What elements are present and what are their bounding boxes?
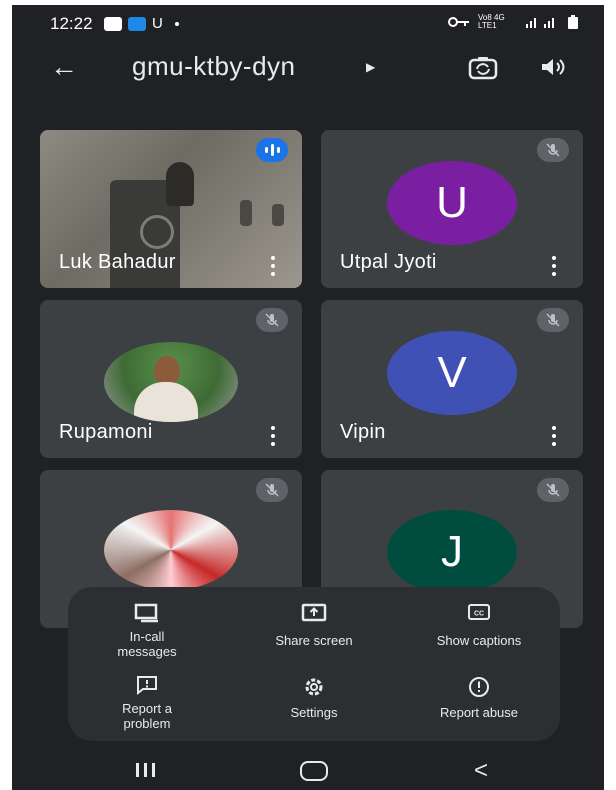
participant-name: Utpal Jyoti — [340, 251, 437, 273]
show-captions-label: Show captions — [436, 633, 522, 648]
participant-name: Vipin — [340, 421, 386, 443]
chat-icon — [134, 603, 158, 623]
share-screen-button[interactable]: Share screen — [239, 603, 389, 648]
mic-off-icon — [537, 478, 569, 502]
meeting-code[interactable]: gmu-ktby-dyn — [132, 51, 296, 82]
back-icon[interactable]: < — [474, 757, 488, 785]
mic-off-icon — [256, 308, 288, 332]
report-problem-button[interactable]: Report a problem — [72, 675, 222, 731]
participant-tile[interactable]: V Vipin — [321, 300, 583, 458]
show-captions-button[interactable]: CC Show captions — [404, 603, 554, 648]
in-call-messages-button[interactable]: In-call messages — [72, 603, 222, 659]
participant-name: Rupamoni — [59, 421, 153, 443]
in-call-messages-label: In-call messages — [117, 629, 177, 659]
avatar: J — [387, 510, 517, 594]
mic-off-icon — [256, 478, 288, 502]
avatar — [104, 342, 238, 422]
system-nav-bar: < — [12, 747, 604, 790]
settings-icon — [305, 678, 323, 696]
svg-text:CC: CC — [474, 611, 484, 618]
avatar: U — [387, 161, 517, 245]
report-icon — [469, 677, 489, 697]
participant-tile[interactable]: Rupamoni — [40, 300, 302, 458]
status-time: 12:22 — [50, 14, 93, 33]
app-bar: ← gmu-ktby-dyn ▶ — [12, 45, 604, 95]
speaking-indicator-icon — [256, 138, 288, 162]
more-options-icon[interactable] — [270, 256, 276, 276]
captions-icon: CC — [468, 604, 490, 620]
report-abuse-button[interactable]: Report abuse — [404, 675, 554, 720]
recents-icon[interactable] — [136, 763, 155, 777]
key-icon — [448, 17, 469, 27]
caret-right-icon[interactable]: ▶ — [366, 60, 375, 74]
phone-screen: 12:22 U Vo8 4G LTE1 ← gmu-ktby-dyn ▶ Luk… — [12, 5, 604, 790]
dot-icon — [174, 21, 179, 26]
signal-icon — [526, 18, 554, 28]
more-options-sheet: In-call messages Share screen CC Show ca… — [68, 587, 560, 741]
mic-off-icon — [537, 308, 569, 332]
participant-tile[interactable]: U Utpal Jyoti — [321, 130, 583, 288]
settings-button[interactable]: Settings — [239, 675, 389, 720]
report-problem-label: Report a problem — [122, 701, 172, 731]
screen-record-icon — [104, 16, 122, 31]
switch-camera-icon[interactable] — [468, 55, 498, 81]
mic-off-icon — [537, 138, 569, 162]
feedback-icon — [137, 676, 157, 695]
avatar: V — [387, 331, 517, 415]
battery-icon — [568, 15, 578, 29]
avatar — [104, 510, 238, 590]
app-notification-icon — [128, 16, 146, 31]
back-arrow-icon[interactable]: ← — [50, 51, 78, 83]
more-options-icon[interactable] — [551, 256, 557, 276]
speaker-icon[interactable] — [539, 55, 567, 79]
status-bar: 12:22 U Vo8 4G LTE1 — [12, 5, 604, 39]
participant-name: Luk Bahadur — [59, 251, 176, 273]
share-screen-icon — [301, 603, 327, 622]
report-abuse-label: Report abuse — [439, 705, 519, 720]
network-label: Vo8 4G LTE1 — [478, 13, 505, 30]
share-screen-label: Share screen — [275, 633, 353, 648]
home-icon[interactable] — [300, 761, 328, 781]
carrier-letter: U — [152, 15, 163, 32]
settings-label: Settings — [290, 705, 338, 720]
more-options-icon[interactable] — [551, 426, 557, 446]
more-options-icon[interactable] — [270, 426, 276, 446]
participant-tile[interactable]: Luk Bahadur — [40, 130, 302, 288]
